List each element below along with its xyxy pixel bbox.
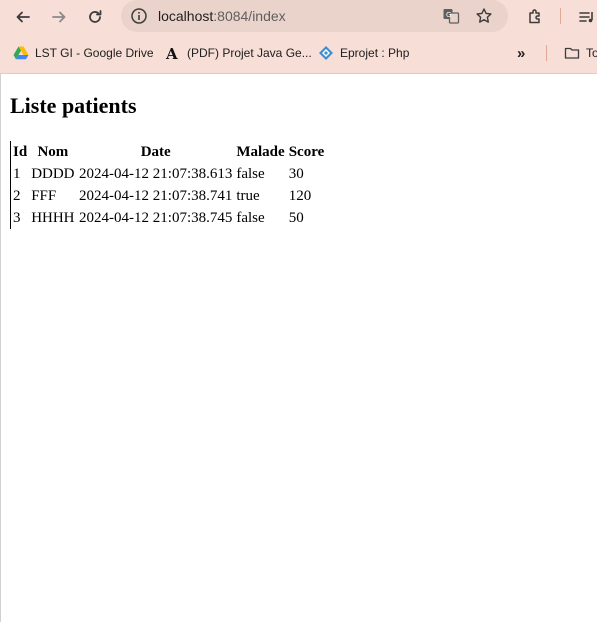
browser-chrome: localhost:8084/index G LST GI - Google D… [0,0,597,74]
bookmark-label: LST GI - Google Drive [35,46,154,60]
more-bookmarks-label: » [517,44,526,62]
folder-icon [564,45,580,61]
reload-icon[interactable] [83,5,107,29]
bookmarks-separator [546,45,547,61]
svg-text:A: A [165,45,178,61]
url-host: localhost [158,8,214,24]
google-drive-icon [13,45,29,61]
cell-nom: HHHH [31,209,75,226]
column-header-malade: Malade [236,143,285,160]
cell-nom: FFF [31,187,57,204]
bookmarks-bar: LST GI - Google Drive A (PDF) Projet Jav… [0,38,597,68]
eprojet-icon [318,45,334,61]
bookmark-folder[interactable]: To [564,44,597,62]
bookmark-pdf-projet-java[interactable]: A (PDF) Projet Java Ge... [165,44,312,62]
cell-score: 30 [288,165,304,182]
cell-id: 2 [13,187,21,204]
academia-icon: A [165,45,181,61]
cell-malade: false [236,209,265,226]
info-icon[interactable] [130,7,148,25]
bookmark-label: (PDF) Projet Java Ge... [187,46,312,60]
cell-id: 1 [13,165,21,182]
cell-id: 3 [13,209,21,226]
page-content: Liste patients Id Nom Date Malade Score … [0,74,597,622]
url-path: :8084/index [213,8,286,24]
media-icon[interactable] [575,5,597,29]
cell-date: 2024-04-12 21:07:38.745 [79,209,233,226]
browser-toolbar: localhost:8084/index G [0,0,597,34]
bookmark-label: Eprojet : Php [340,46,410,60]
bookmark-google-drive[interactable]: LST GI - Google Drive [13,44,154,62]
bookmark-eprojet-php[interactable]: Eprojet : Php [318,44,409,62]
table-row: 2 FFF 2024-04-12 21:07:38.741 true 120 [11,185,327,207]
patients-table: Id Nom Date Malade Score 1 DDDD 2024-04-… [10,141,326,229]
cell-score: 120 [288,187,312,204]
address-bar[interactable]: localhost:8084/index G [121,0,508,32]
cell-malade: true [236,187,260,204]
cell-date: 2024-04-12 21:07:38.741 [79,187,233,204]
column-header-nom: Nom [37,143,69,160]
toolbar-separator [560,8,561,24]
column-header-date: Date [140,143,171,160]
column-header-score: Score [288,143,325,160]
forward-icon[interactable] [47,5,71,29]
extensions-icon[interactable] [523,5,547,29]
back-icon[interactable] [11,5,35,29]
table-row: 1 DDDD 2024-04-12 21:07:38.613 false 30 [11,163,327,185]
cell-score: 50 [288,209,304,226]
translate-icon[interactable]: G [442,7,460,25]
page-title: Liste patients [10,93,137,118]
cell-malade: false [236,165,265,182]
table-header-row: Id Nom Date Malade Score [11,141,327,163]
cell-date: 2024-04-12 21:07:38.613 [79,165,233,182]
folder-label: To [586,46,597,60]
url-text: localhost:8084/index [158,8,286,24]
table-row: 3 HHHH 2024-04-12 21:07:38.745 false 50 [11,207,327,229]
svg-text:G: G [446,11,451,19]
cell-nom: DDDD [31,165,75,182]
more-bookmarks-button[interactable]: » [517,44,525,62]
column-header-id: Id [13,143,28,160]
star-icon[interactable] [475,7,493,25]
